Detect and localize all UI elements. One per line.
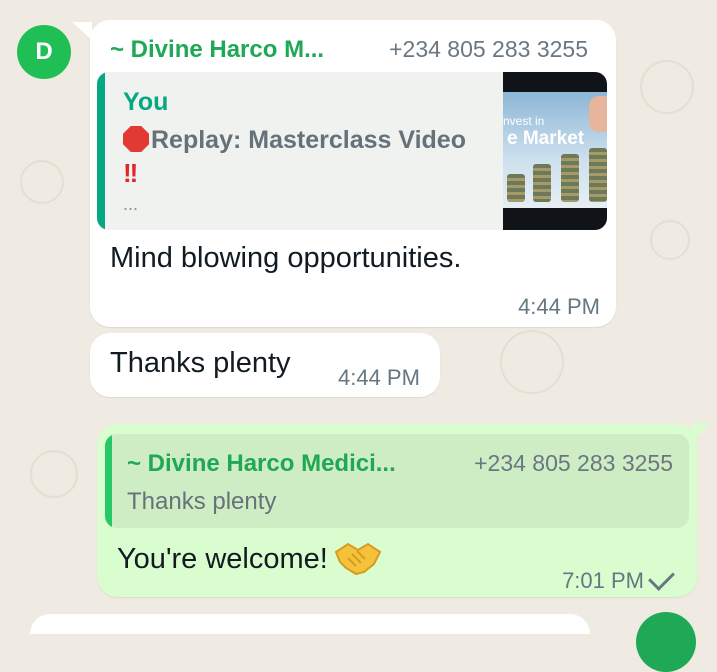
thumbnail-image: nvest in e Market	[503, 92, 607, 208]
outgoing-message-bubble[interactable]: ~ Divine Harco Medici... +234 805 283 32…	[97, 424, 697, 597]
quote-text: Replay: Masterclass Video	[123, 124, 493, 156]
quote-phone: +234 805 283 3255	[474, 450, 673, 476]
single-check-icon	[648, 564, 675, 591]
bubble-tail	[72, 22, 92, 40]
sender-phone: +234 805 283 3255	[389, 36, 588, 62]
coin-stack	[589, 148, 607, 202]
quote-accent-bar	[105, 434, 112, 528]
sender-name[interactable]: ~ Divine Harco M...	[110, 36, 324, 64]
incoming-message-bubble[interactable]: ~ Divine Harco M... +234 805 283 3255 Yo…	[90, 20, 616, 327]
sender-avatar[interactable]: D	[17, 25, 71, 79]
stop-sign-icon	[123, 126, 149, 152]
message-time: 4:44 PM	[518, 294, 600, 319]
quote-thumbnail: nvest in e Market	[503, 72, 607, 230]
quote-more: ...	[123, 194, 139, 214]
coin-stack	[507, 174, 525, 202]
wallpaper-doodle	[640, 60, 694, 114]
quote-text: Thanks plenty	[127, 488, 277, 515]
hand-graphic	[589, 96, 607, 132]
message-text-label: You're welcome!	[117, 543, 328, 575]
thumbnail-title: e Market	[507, 128, 585, 149]
next-bubble-edge	[30, 614, 590, 634]
message-text: Thanks plenty	[110, 347, 291, 379]
quote-accent-bar	[97, 72, 105, 230]
avatar-initial: D	[35, 38, 53, 65]
quote-text-label: Replay: Masterclass Video	[151, 126, 466, 154]
quote-author: ~ Divine Harco Medici...	[127, 450, 396, 477]
message-text: Mind blowing opportunities.	[110, 242, 462, 274]
message-time-label: 7:01 PM	[562, 568, 644, 593]
message-time: 7:01 PM	[562, 564, 675, 594]
quoted-message[interactable]: ~ Divine Harco Medici... +234 805 283 32…	[105, 434, 689, 528]
message-text: You're welcome!	[117, 538, 382, 578]
thumbnail-kicker: nvest in	[503, 114, 545, 128]
scroll-down-button[interactable]	[636, 612, 696, 672]
quote-author: You	[123, 88, 169, 116]
coin-stack	[533, 164, 551, 202]
incoming-message-bubble[interactable]: Thanks plenty 4:44 PM	[90, 333, 440, 397]
wallpaper-doodle	[500, 330, 564, 394]
handshake-icon	[334, 542, 382, 576]
message-time: 4:44 PM	[338, 365, 420, 390]
wallpaper-doodle	[20, 160, 64, 204]
double-exclamation-icon: !!	[123, 158, 138, 188]
wallpaper-doodle	[650, 220, 690, 260]
quoted-message[interactable]: You Replay: Masterclass Video !! ... nve…	[97, 72, 607, 230]
coin-stack	[561, 154, 579, 202]
wallpaper-doodle	[30, 450, 78, 498]
